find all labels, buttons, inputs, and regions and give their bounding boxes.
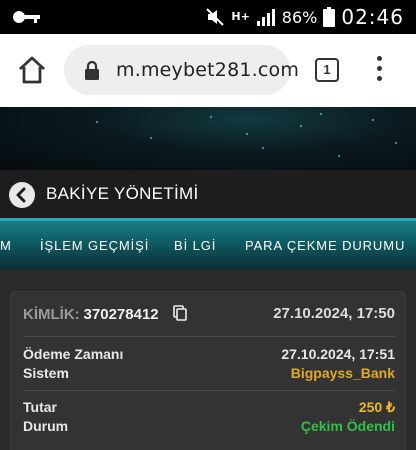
tab-transaction-history[interactable]: İŞLEM GEÇMİŞİ	[40, 238, 149, 253]
browser-toolbar: m.meybet281.com 1	[0, 34, 416, 107]
tab-bar: M İŞLEM GEÇMİŞİ Bİ LGİ PARA ÇEKME DURUMU	[0, 218, 416, 270]
system-row: Sistem Bigpayss_Bank	[23, 365, 395, 381]
back-button[interactable]	[9, 182, 35, 208]
transaction-card: KİMLİK: 370278412 27.10.2024, 17:50 Ödem…	[10, 291, 406, 450]
status-value: Çekim Ödendi	[300, 418, 395, 434]
status-label: Durum	[23, 418, 69, 434]
divider	[23, 336, 395, 337]
system-value: Bigpayss_Bank	[290, 365, 395, 381]
payment-time-value: 27.10.2024, 17:51	[281, 346, 395, 362]
tab-info[interactable]: Bİ LGİ	[174, 238, 216, 253]
mute-icon	[206, 8, 225, 26]
address-bar[interactable]: m.meybet281.com	[64, 45, 299, 95]
payment-time-row: Ödeme Zamanı 27.10.2024, 17:51	[23, 346, 395, 362]
url-text[interactable]: m.meybet281.com	[116, 59, 299, 81]
tab-partial[interactable]: M	[0, 238, 12, 253]
home-icon[interactable]	[16, 54, 48, 86]
id-row: KİMLİK: 370278412 27.10.2024, 17:50	[23, 305, 395, 323]
amount-value: 250 ₺	[358, 399, 395, 415]
tab-withdrawal-status[interactable]: PARA ÇEKME DURUMU	[245, 238, 405, 253]
lock-icon	[85, 60, 99, 80]
created-date: 27.10.2024, 17:50	[273, 305, 395, 322]
content-area: KİMLİK: 370278412 27.10.2024, 17:50 Ödem…	[0, 270, 416, 450]
id-label: KİMLİK:	[23, 306, 80, 323]
id-value: 370278412	[83, 306, 159, 323]
copy-icon[interactable]	[172, 305, 187, 321]
signal-icon	[256, 9, 275, 26]
chevron-left-icon	[16, 187, 26, 203]
key-icon	[13, 11, 40, 23]
page-title: BAKİYE YÖNETİMİ	[46, 184, 199, 203]
clock: 02:46	[341, 5, 404, 29]
battery-icon	[323, 7, 336, 27]
overflow-menu-icon[interactable]	[374, 56, 384, 84]
battery-percent: 86%	[281, 7, 318, 27]
amount-row: Tutar 250 ₺	[23, 399, 395, 415]
system-label: Sistem	[23, 365, 69, 381]
payment-time-label: Ödeme Zamanı	[23, 346, 124, 362]
amount-label: Tutar	[23, 399, 57, 415]
status-bar: H+ 86% 02:46	[0, 0, 416, 34]
hero-banner	[0, 107, 416, 170]
page-header: BAKİYE YÖNETİMİ	[0, 170, 416, 218]
status-row: Durum Çekim Ödendi	[23, 418, 395, 434]
tab-switcher-button[interactable]: 1	[315, 58, 339, 82]
divider	[23, 390, 395, 391]
network-type-indicator: H+	[231, 10, 250, 23]
